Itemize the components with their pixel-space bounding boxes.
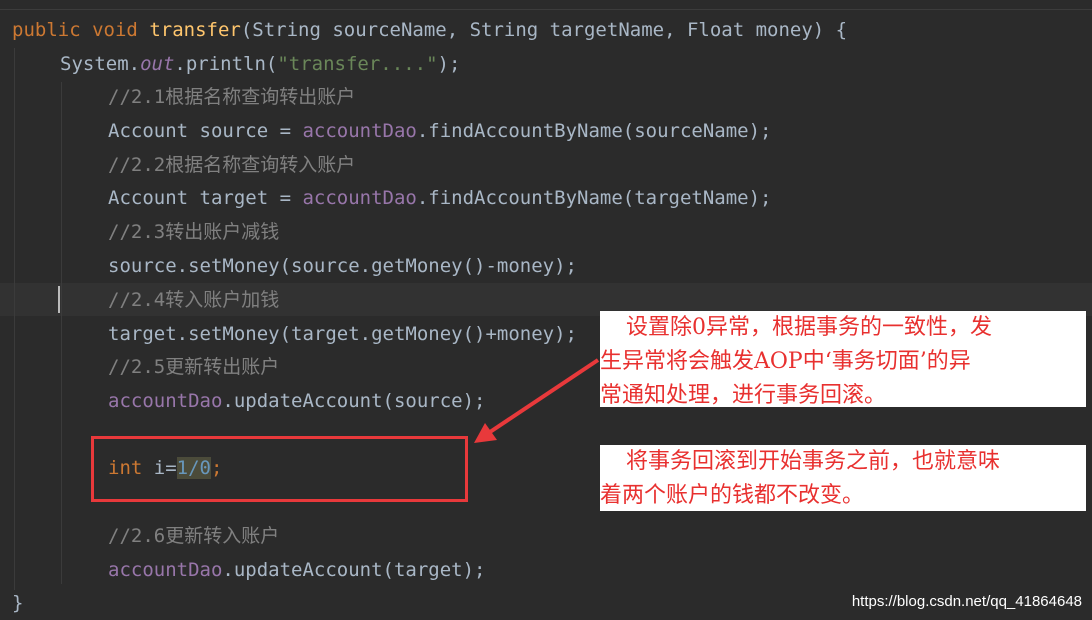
annotation-line: 将事务回滚到开始事务之前，也就意味: [600, 445, 1086, 479]
watermark-url: https://blog.csdn.net/qq_41864648: [851, 593, 1082, 610]
annotation-text: 生异常将会触发AOP中‘事务切面’的异: [600, 349, 971, 374]
annotation-rollback-result: 将事务回滚到开始事务之前，也就意味 着两个账户的钱都不改变。: [600, 445, 1086, 511]
annotation-line: 设置除0异常，根据事务的一致性，发: [600, 311, 1086, 345]
annotation-text: 常通知处理，进行事务回滚。: [600, 383, 887, 408]
annotation-line: 着两个账户的钱都不改变。: [600, 479, 1086, 513]
annotation-text: 着两个账户的钱都不改变。: [600, 483, 865, 508]
annotation-text: 设置除0异常，根据事务的一致性，发: [626, 315, 992, 340]
annotation-line: 常通知处理，进行事务回滚。: [600, 379, 1086, 413]
annotation-rollback-explanation: 设置除0异常，根据事务的一致性，发 生异常将会触发AOP中‘事务切面’的异 常通…: [600, 311, 1086, 408]
annotation-text: 将事务回滚到开始事务之前，也就意味: [626, 449, 1001, 474]
annotation-line: 生异常将会触发AOP中‘事务切面’的异: [600, 345, 1086, 379]
arrow-shaft: [488, 358, 600, 434]
arrow-head: [474, 423, 497, 443]
red-arrow-icon: [474, 358, 600, 443]
